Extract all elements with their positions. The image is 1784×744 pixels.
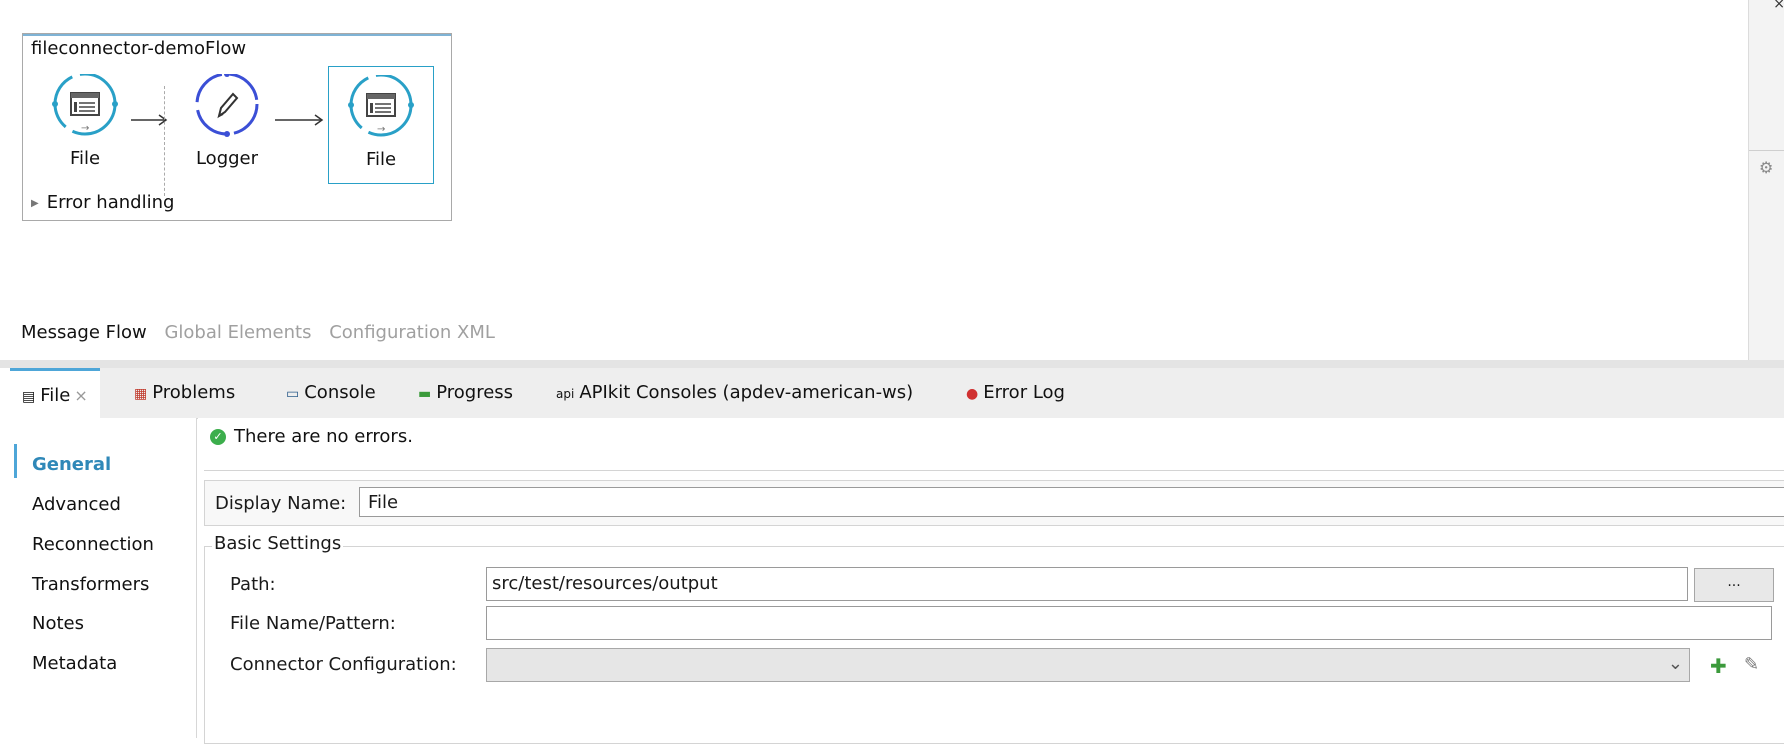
close-tab-icon[interactable]: × xyxy=(74,386,87,405)
file-connector-icon: → xyxy=(348,75,414,137)
path-input[interactable]: src/test/resources/output xyxy=(486,567,1688,601)
panel-tab-bar: ▤ File × ▦ Problems ▭ Console ▬ Progress api A… xyxy=(10,368,1784,419)
file-connector-icon: → xyxy=(52,74,118,136)
status-message: ✓ There are no errors. xyxy=(210,426,413,447)
status-text: There are no errors. xyxy=(234,426,413,447)
check-circle-icon: ✓ xyxy=(210,429,226,445)
flow-arrow-icon xyxy=(275,114,324,126)
path-label: Path: xyxy=(230,574,276,595)
node-label: Logger xyxy=(195,148,259,169)
error-handling-label: Error handling xyxy=(46,192,175,213)
file-name-pattern-label: File Name/Pattern: xyxy=(230,613,396,634)
flow-canvas: fileconnector-demoFlow → File Logger → F… xyxy=(0,0,1748,360)
flow-top-line xyxy=(23,34,451,36)
tab-file-label: File xyxy=(40,385,71,406)
chevron-down-icon: ⌄ xyxy=(1667,653,1683,674)
properties-content: ✓ There are no errors. Display Name: File… xyxy=(198,418,1784,744)
tab-error-log[interactable]: ● Error Log xyxy=(966,382,1065,403)
tab-console[interactable]: ▭ Console xyxy=(286,382,376,403)
tab-global-elements[interactable]: Global Elements xyxy=(164,322,311,343)
tab-progress[interactable]: ▬ Progress xyxy=(418,382,513,403)
node-label: File xyxy=(365,149,397,170)
logger-pencil-icon xyxy=(195,74,259,137)
tab-problems[interactable]: ▦ Problems xyxy=(134,382,235,403)
display-name-input[interactable]: File xyxy=(359,487,1784,517)
sidebar-item-transformers[interactable]: Transformers xyxy=(32,574,149,595)
connector-configuration-label: Connector Configuration: xyxy=(230,654,457,675)
progress-icon: ▬ xyxy=(418,386,432,402)
tab-configuration-xml[interactable]: Configuration XML xyxy=(329,322,495,343)
sidebar-item-reconnection[interactable]: Reconnection xyxy=(32,534,154,555)
error-handling-toggle[interactable]: ▶ Error handling xyxy=(31,192,174,213)
file-name-pattern-input[interactable] xyxy=(486,606,1772,640)
problems-icon: ▦ xyxy=(134,386,148,402)
sidebar-item-advanced[interactable]: Advanced xyxy=(32,494,121,515)
right-side-panel: × ⚙ xyxy=(1748,0,1784,360)
sidebar-item-metadata[interactable]: Metadata xyxy=(32,653,117,674)
file-icon: ▤ xyxy=(22,389,36,405)
flow-node-file-selected[interactable]: → File xyxy=(328,66,434,184)
selection-indicator xyxy=(14,444,17,478)
display-name-label: Display Name: xyxy=(215,493,347,514)
tab-progress-label: Progress xyxy=(436,382,514,403)
flow-divider xyxy=(164,86,165,196)
divider xyxy=(204,470,1784,471)
sidebar-item-notes[interactable]: Notes xyxy=(32,613,84,634)
sidebar-item-general[interactable]: General xyxy=(32,454,111,475)
console-icon: ▭ xyxy=(286,386,300,402)
flow-title: fileconnector-demoFlow xyxy=(31,38,247,59)
flow-node-file-source[interactable]: → File xyxy=(41,74,129,170)
panel-separator xyxy=(0,360,1784,368)
canvas-tabs: Message Flow Global Elements Configurati… xyxy=(21,322,507,343)
expand-triangle-icon: ▶ xyxy=(31,197,39,209)
properties-sidebar: General Advanced Reconnection Transforme… xyxy=(10,418,197,738)
add-icon[interactable]: ✚ xyxy=(1710,654,1727,678)
error-log-icon: ● xyxy=(966,386,979,402)
tab-apikit-label: APIkit Consoles (apdev-american-ws) xyxy=(579,382,914,403)
tab-console-label: Console xyxy=(304,382,376,403)
edit-icon[interactable]: ✎ xyxy=(1744,654,1759,675)
tab-message-flow[interactable]: Message Flow xyxy=(21,322,147,343)
tab-error-log-label: Error Log xyxy=(983,382,1065,403)
connector-configuration-select[interactable]: ⌄ xyxy=(486,648,1690,682)
tab-problems-label: Problems xyxy=(152,382,236,403)
gear-icon[interactable]: ⚙ xyxy=(1759,158,1773,177)
display-name-row: Display Name: File xyxy=(204,480,1784,526)
node-label: File xyxy=(69,148,101,169)
flow-container[interactable]: fileconnector-demoFlow → File Logger → F… xyxy=(22,33,452,221)
tab-apikit-consoles[interactable]: api APIkit Consoles (apdev-american-ws) xyxy=(556,382,913,403)
svg-text:→: → xyxy=(377,124,385,135)
basic-settings-legend: Basic Settings xyxy=(212,533,344,554)
close-icon[interactable]: × xyxy=(1773,0,1784,12)
tab-file[interactable]: ▤ File × xyxy=(10,368,100,419)
svg-text:→: → xyxy=(81,123,89,134)
panel-divider xyxy=(1749,150,1784,151)
flow-node-logger[interactable]: Logger xyxy=(183,74,271,170)
browse-button[interactable]: ... xyxy=(1694,568,1774,602)
api-icon: api xyxy=(556,387,575,401)
